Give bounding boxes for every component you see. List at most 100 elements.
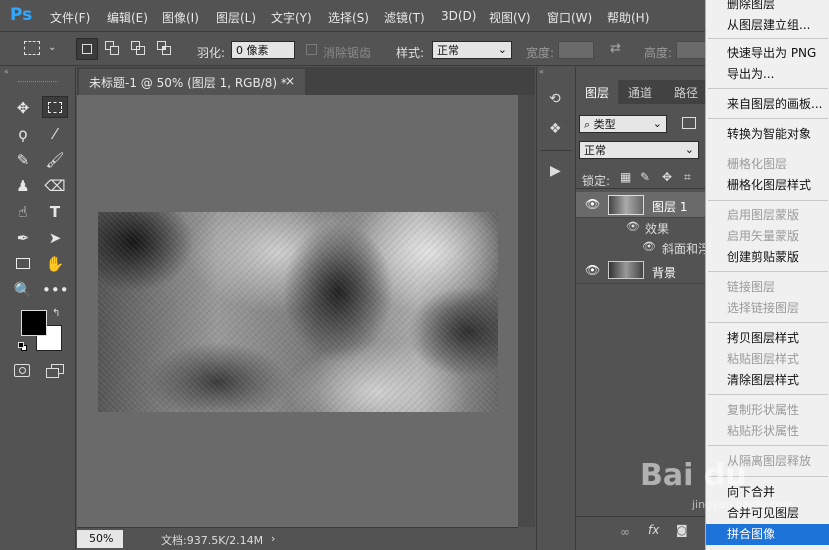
layer-effects-row[interactable]: 👁 效果 xyxy=(576,218,706,238)
context-menu-item[interactable]: 创建剪贴蒙版 xyxy=(727,249,799,265)
menu-filter[interactable]: 滤镜(T) xyxy=(384,9,425,26)
stamp-tool-icon[interactable]: ♟ xyxy=(10,175,36,197)
layer-row-background[interactable]: 👁 背景 xyxy=(576,258,706,284)
rectangle-tool-icon[interactable] xyxy=(10,253,36,275)
lock-paint-icon[interactable]: ✎ xyxy=(640,170,650,184)
context-menu-item[interactable]: 转换为智能对象 xyxy=(727,126,811,142)
layer-filter-select[interactable]: ⌕ 类型 ⌄ xyxy=(579,115,667,133)
collapse-icon[interactable]: « xyxy=(4,67,72,77)
menu-3d[interactable]: 3D(D) xyxy=(441,9,476,23)
blend-mode-value: 正常 xyxy=(584,144,606,157)
width-label: 宽度: xyxy=(526,46,555,60)
intersect-selection-icon[interactable] xyxy=(156,40,172,56)
type-tool-icon[interactable]: T xyxy=(42,201,68,223)
eye-icon[interactable]: 👁 xyxy=(585,197,600,211)
eye-icon[interactable]: 👁 xyxy=(626,220,640,233)
link-layers-icon[interactable]: ∞ xyxy=(620,525,630,539)
tab-paths[interactable]: 路径 xyxy=(665,80,707,104)
context-menu-item[interactable]: 清除图层样式 xyxy=(727,372,799,388)
tab-channels[interactable]: 通道 xyxy=(619,80,661,104)
lock-artboard-icon[interactable]: ⌗ xyxy=(684,170,691,185)
context-menu-item[interactable]: 导出为... xyxy=(727,66,774,82)
magic-wand-tool-icon[interactable]: ⁄ xyxy=(42,123,68,145)
menu-help[interactable]: 帮助(H) xyxy=(607,9,649,26)
lasso-tool-icon[interactable]: ϙ xyxy=(10,123,36,145)
actions-play-icon[interactable]: ▶ xyxy=(550,163,561,179)
menu-edit[interactable]: 编辑(E) xyxy=(107,9,148,26)
swap-icon[interactable]: ⇄ xyxy=(610,41,621,56)
smudge-tool-icon[interactable]: ☝ xyxy=(10,201,36,223)
move-tool-icon[interactable]: ✥ xyxy=(10,97,36,119)
menu-image[interactable]: 图像(I) xyxy=(162,9,199,26)
menu-window[interactable]: 窗口(W) xyxy=(547,9,592,26)
path-select-tool-icon[interactable]: ➤ xyxy=(42,227,68,249)
screen-mode-icon[interactable] xyxy=(46,364,64,378)
context-menu-item[interactable]: 栅格化图层样式 xyxy=(727,177,811,193)
marquee-preset-icon[interactable] xyxy=(24,41,40,55)
vertical-scrollbar[interactable] xyxy=(518,95,535,527)
context-menu-item[interactable]: 拼合图像 xyxy=(727,526,775,542)
context-menu-item[interactable]: 粘贴图层样式 xyxy=(727,351,799,367)
layer-effect-bevel-row[interactable]: 👁 斜面和浮雕 xyxy=(576,238,722,258)
antialias-checkbox[interactable] xyxy=(306,44,317,55)
subtract-selection-icon[interactable] xyxy=(130,40,146,56)
menu-layer[interactable]: 图层(L) xyxy=(216,9,256,26)
document-image[interactable] xyxy=(98,212,498,412)
zoom-tool-icon[interactable]: 🔍 xyxy=(10,279,36,301)
chevron-down-icon[interactable]: ⌄ xyxy=(48,42,56,53)
context-menu-item[interactable]: 栅格化图层 xyxy=(727,156,787,172)
context-menu-item[interactable]: 复制形状属性 xyxy=(727,402,799,418)
brush-tool-icon[interactable]: 🖌 xyxy=(42,149,68,171)
context-menu-item[interactable]: 来自图层的画板... xyxy=(727,96,822,112)
width-input[interactable] xyxy=(558,41,594,59)
marquee-tool-icon[interactable] xyxy=(42,96,68,118)
collapse-icon[interactable]: « xyxy=(539,67,544,76)
context-menu-item[interactable]: 链接图层 xyxy=(727,279,775,295)
eye-icon[interactable]: 👁 xyxy=(642,240,656,253)
eraser-tool-icon[interactable]: ⌫ xyxy=(42,175,68,197)
eyedropper-tool-icon[interactable]: ✎ xyxy=(10,149,36,171)
menu-select[interactable]: 选择(S) xyxy=(328,9,369,26)
menu-file[interactable]: 文件(F) xyxy=(50,9,90,26)
foreground-color-swatch[interactable] xyxy=(21,310,47,336)
style-select[interactable]: 正常 ⌄ xyxy=(432,41,512,59)
context-menu-item[interactable]: 选择链接图层 xyxy=(727,300,799,316)
lock-pixels-icon[interactable]: ▦ xyxy=(620,170,631,184)
properties-icon[interactable]: ❖ xyxy=(549,121,562,137)
context-menu-item[interactable]: 启用矢量蒙版 xyxy=(727,228,799,244)
context-menu-item[interactable]: 启用图层蒙版 xyxy=(727,207,799,223)
new-selection-icon[interactable] xyxy=(76,38,98,60)
height-input[interactable] xyxy=(676,41,706,59)
context-menu-item[interactable]: 粘贴形状属性 xyxy=(727,423,799,439)
feather-input[interactable]: 0 像素 xyxy=(231,41,295,59)
lock-position-icon[interactable]: ✥ xyxy=(662,170,672,184)
quick-mask-icon[interactable] xyxy=(14,364,30,377)
pen-tool-icon[interactable]: ✒ xyxy=(10,227,36,249)
image-filter-icon[interactable] xyxy=(682,117,696,129)
menu-type[interactable]: 文字(Y) xyxy=(271,9,312,26)
more-tools-icon[interactable]: ••• xyxy=(42,279,69,301)
add-mask-icon[interactable]: ◙ xyxy=(676,523,688,537)
close-icon[interactable]: × xyxy=(285,74,295,88)
context-menu-item[interactable]: 删除图层 xyxy=(727,0,775,12)
history-icon[interactable]: ⟲ xyxy=(549,91,561,107)
context-menu-item[interactable]: 快速导出为 PNG xyxy=(727,45,816,61)
menu-separator xyxy=(708,200,828,201)
add-selection-icon[interactable] xyxy=(104,40,120,56)
tab-layers[interactable]: 图层 xyxy=(576,80,619,104)
menu-view[interactable]: 视图(V) xyxy=(489,9,531,26)
default-colors-icon[interactable] xyxy=(18,342,28,352)
fx-icon[interactable]: fx xyxy=(648,523,659,537)
hand-tool-icon[interactable]: ✋ xyxy=(42,253,68,275)
document-tab[interactable]: 未标题-1 @ 50% (图层 1, RGB/8) * × xyxy=(79,69,305,95)
layer-row-layer1[interactable]: 👁 图层 1 xyxy=(576,192,706,218)
status-bar: 50% 文档:937.5K/2.14M › xyxy=(77,527,518,550)
context-menu-item[interactable]: 拷贝图层样式 xyxy=(727,330,799,346)
status-arrow-icon[interactable]: › xyxy=(271,532,275,545)
grip-icon[interactable] xyxy=(18,81,58,84)
blend-mode-select[interactable]: 正常 ⌄ xyxy=(579,141,699,159)
swap-colors-icon[interactable]: ↰ xyxy=(52,308,60,319)
context-menu-item[interactable]: 从图层建立组... xyxy=(727,17,810,33)
zoom-field[interactable]: 50% xyxy=(77,530,123,548)
eye-icon[interactable]: 👁 xyxy=(585,263,600,277)
